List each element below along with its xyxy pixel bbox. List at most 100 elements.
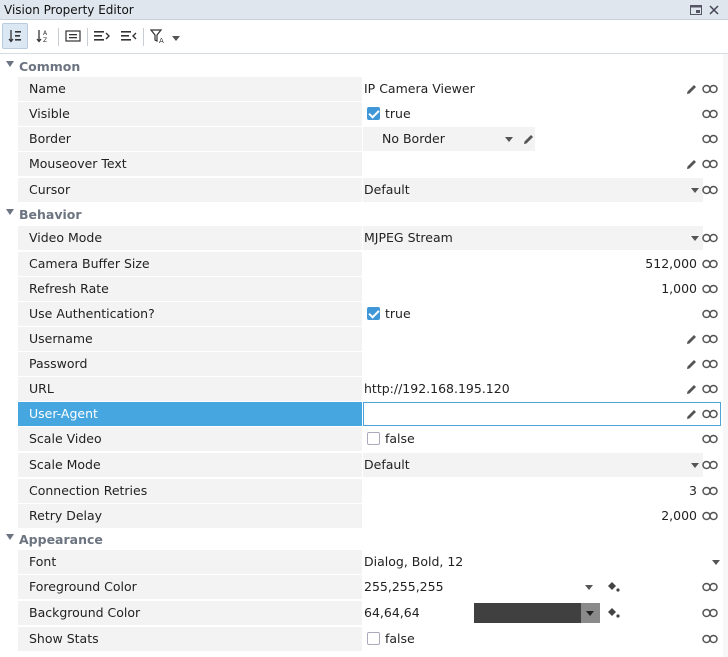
edit-pencil-icon[interactable]: [683, 381, 699, 397]
collapse-triangle-icon[interactable]: [6, 61, 14, 67]
paint-bucket-icon[interactable]: [605, 579, 621, 595]
section-common[interactable]: Common: [0, 57, 728, 77]
prop-row-scale-video[interactable]: Scale Video false: [18, 427, 721, 451]
prop-value-mouseover[interactable]: [363, 152, 683, 176]
prop-value-url[interactable]: http://192.168.195.120: [363, 377, 683, 401]
chevron-down-icon[interactable]: [586, 611, 594, 616]
prop-row-foreground-color[interactable]: Foreground Color 255,255,255: [18, 575, 721, 599]
binding-link-icon[interactable]: [702, 406, 718, 422]
edit-pencil-icon[interactable]: [520, 131, 536, 147]
prop-row-user-agent[interactable]: User-Agent: [18, 402, 721, 426]
prop-row-connection-retries[interactable]: Connection Retries 3: [18, 479, 721, 503]
paint-bucket-icon[interactable]: [605, 605, 621, 621]
background-color-swatch[interactable]: [474, 603, 581, 623]
binding-link-icon[interactable]: [702, 381, 718, 397]
sort-categorized-button[interactable]: [2, 23, 28, 49]
binding-link-icon[interactable]: [702, 331, 718, 347]
prop-row-font[interactable]: Font Dialog, Bold, 12: [18, 550, 721, 574]
prop-row-mouseover[interactable]: Mouseover Text: [18, 152, 721, 176]
binding-link-icon[interactable]: [702, 631, 718, 647]
toolbar: AZ A: [0, 20, 728, 54]
scrollbar[interactable]: [723, 54, 728, 657]
scale-video-checkbox[interactable]: [367, 432, 380, 445]
prop-row-visible[interactable]: Visible true: [18, 102, 721, 126]
prop-value-name[interactable]: IP Camera Viewer: [363, 77, 683, 101]
filter-button[interactable]: A: [145, 23, 171, 49]
chevron-down-icon[interactable]: [505, 137, 513, 142]
binding-link-icon[interactable]: [702, 281, 718, 297]
prop-row-username[interactable]: Username: [18, 327, 721, 351]
section-behavior[interactable]: Behavior: [0, 205, 728, 225]
scale-mode-dropdown[interactable]: Default: [363, 453, 703, 477]
binding-link-icon[interactable]: [702, 182, 718, 198]
binding-link-icon[interactable]: [702, 579, 718, 595]
float-window-icon[interactable]: [689, 3, 703, 17]
prop-row-border[interactable]: Border No Border: [18, 127, 721, 151]
prop-row-scale-mode[interactable]: Scale Mode Default: [18, 453, 721, 477]
chevron-down-icon[interactable]: [691, 188, 699, 193]
binding-link-icon[interactable]: [702, 230, 718, 246]
close-icon[interactable]: [707, 3, 721, 17]
edit-pencil-icon[interactable]: [683, 156, 699, 172]
cursor-dropdown[interactable]: Default: [363, 178, 703, 202]
filter-dropdown-icon[interactable]: [172, 36, 180, 41]
prop-row-url[interactable]: URL http://192.168.195.120: [18, 377, 721, 401]
prop-row-background-color[interactable]: Background Color 64,64,64: [18, 601, 721, 625]
prop-row-refresh-rate[interactable]: Refresh Rate 1,000: [18, 277, 721, 301]
show-stats-checkbox[interactable]: [367, 632, 380, 645]
prop-row-cursor[interactable]: Cursor Default: [18, 178, 721, 202]
section-appearance[interactable]: Appearance: [0, 530, 728, 550]
prop-value-connection-retries[interactable]: 3: [363, 479, 701, 503]
video-mode-dropdown[interactable]: MJPEG Stream: [363, 226, 703, 250]
edit-pencil-icon[interactable]: [683, 331, 699, 347]
sort-alphabetical-button[interactable]: AZ: [30, 23, 56, 49]
edit-pencil-icon[interactable]: [683, 356, 699, 372]
prop-value-refresh-rate[interactable]: 1,000: [363, 277, 701, 301]
binding-link-icon[interactable]: [702, 605, 718, 621]
checkbox-text: false: [385, 631, 415, 646]
binding-link-icon[interactable]: [702, 356, 718, 372]
binding-link-icon[interactable]: [702, 106, 718, 122]
prop-label: Scale Mode: [18, 453, 362, 477]
prop-value-retry-delay[interactable]: 2,000: [363, 504, 701, 528]
prop-row-video-mode[interactable]: Video Mode MJPEG Stream: [18, 226, 721, 250]
prop-value-password[interactable]: [363, 352, 683, 376]
binding-link-icon[interactable]: [702, 306, 718, 322]
prop-row-camera-buffer[interactable]: Camera Buffer Size 512,000: [18, 252, 721, 276]
prop-value-camera-buffer[interactable]: 512,000: [363, 252, 701, 276]
binding-link-icon[interactable]: [702, 131, 718, 147]
prop-row-name[interactable]: Name IP Camera Viewer: [18, 77, 721, 101]
binding-link-icon[interactable]: [702, 483, 718, 499]
chevron-down-icon[interactable]: [691, 463, 699, 468]
chevron-down-icon[interactable]: [691, 236, 699, 241]
chevron-down-icon[interactable]: [712, 560, 720, 565]
show-descriptions-button[interactable]: [60, 23, 86, 49]
visible-checkbox[interactable]: [367, 107, 380, 120]
binding-link-icon[interactable]: [702, 81, 718, 97]
use-auth-checkbox[interactable]: [367, 307, 380, 320]
edit-pencil-icon[interactable]: [683, 406, 699, 422]
user-agent-input[interactable]: [363, 402, 721, 426]
prop-label: Retry Delay: [18, 504, 362, 528]
chevron-down-icon[interactable]: [585, 585, 593, 590]
font-dropdown[interactable]: Dialog, Bold, 12: [363, 550, 721, 574]
foreground-color-swatch[interactable]: [473, 577, 581, 597]
prop-value-username[interactable]: [363, 327, 683, 351]
svg-text:A: A: [43, 30, 48, 37]
binding-link-icon[interactable]: [702, 256, 718, 272]
prop-row-password[interactable]: Password: [18, 352, 721, 376]
prop-row-use-auth[interactable]: Use Authentication? true: [18, 302, 721, 326]
checkbox-text: true: [385, 106, 411, 121]
binding-link-icon[interactable]: [702, 457, 718, 473]
binding-link-icon[interactable]: [702, 508, 718, 524]
prop-row-retry-delay[interactable]: Retry Delay 2,000: [18, 504, 721, 528]
prop-row-show-stats[interactable]: Show Stats false: [18, 627, 721, 651]
collapse-triangle-icon[interactable]: [6, 534, 14, 540]
collapse-triangle-icon[interactable]: [6, 209, 14, 215]
expand-all-button[interactable]: [89, 23, 115, 49]
binding-link-icon[interactable]: [702, 431, 718, 447]
edit-pencil-icon[interactable]: [683, 81, 699, 97]
collapse-all-button[interactable]: [116, 23, 142, 49]
title-bar: Vision Property Editor: [0, 0, 728, 20]
binding-link-icon[interactable]: [702, 156, 718, 172]
